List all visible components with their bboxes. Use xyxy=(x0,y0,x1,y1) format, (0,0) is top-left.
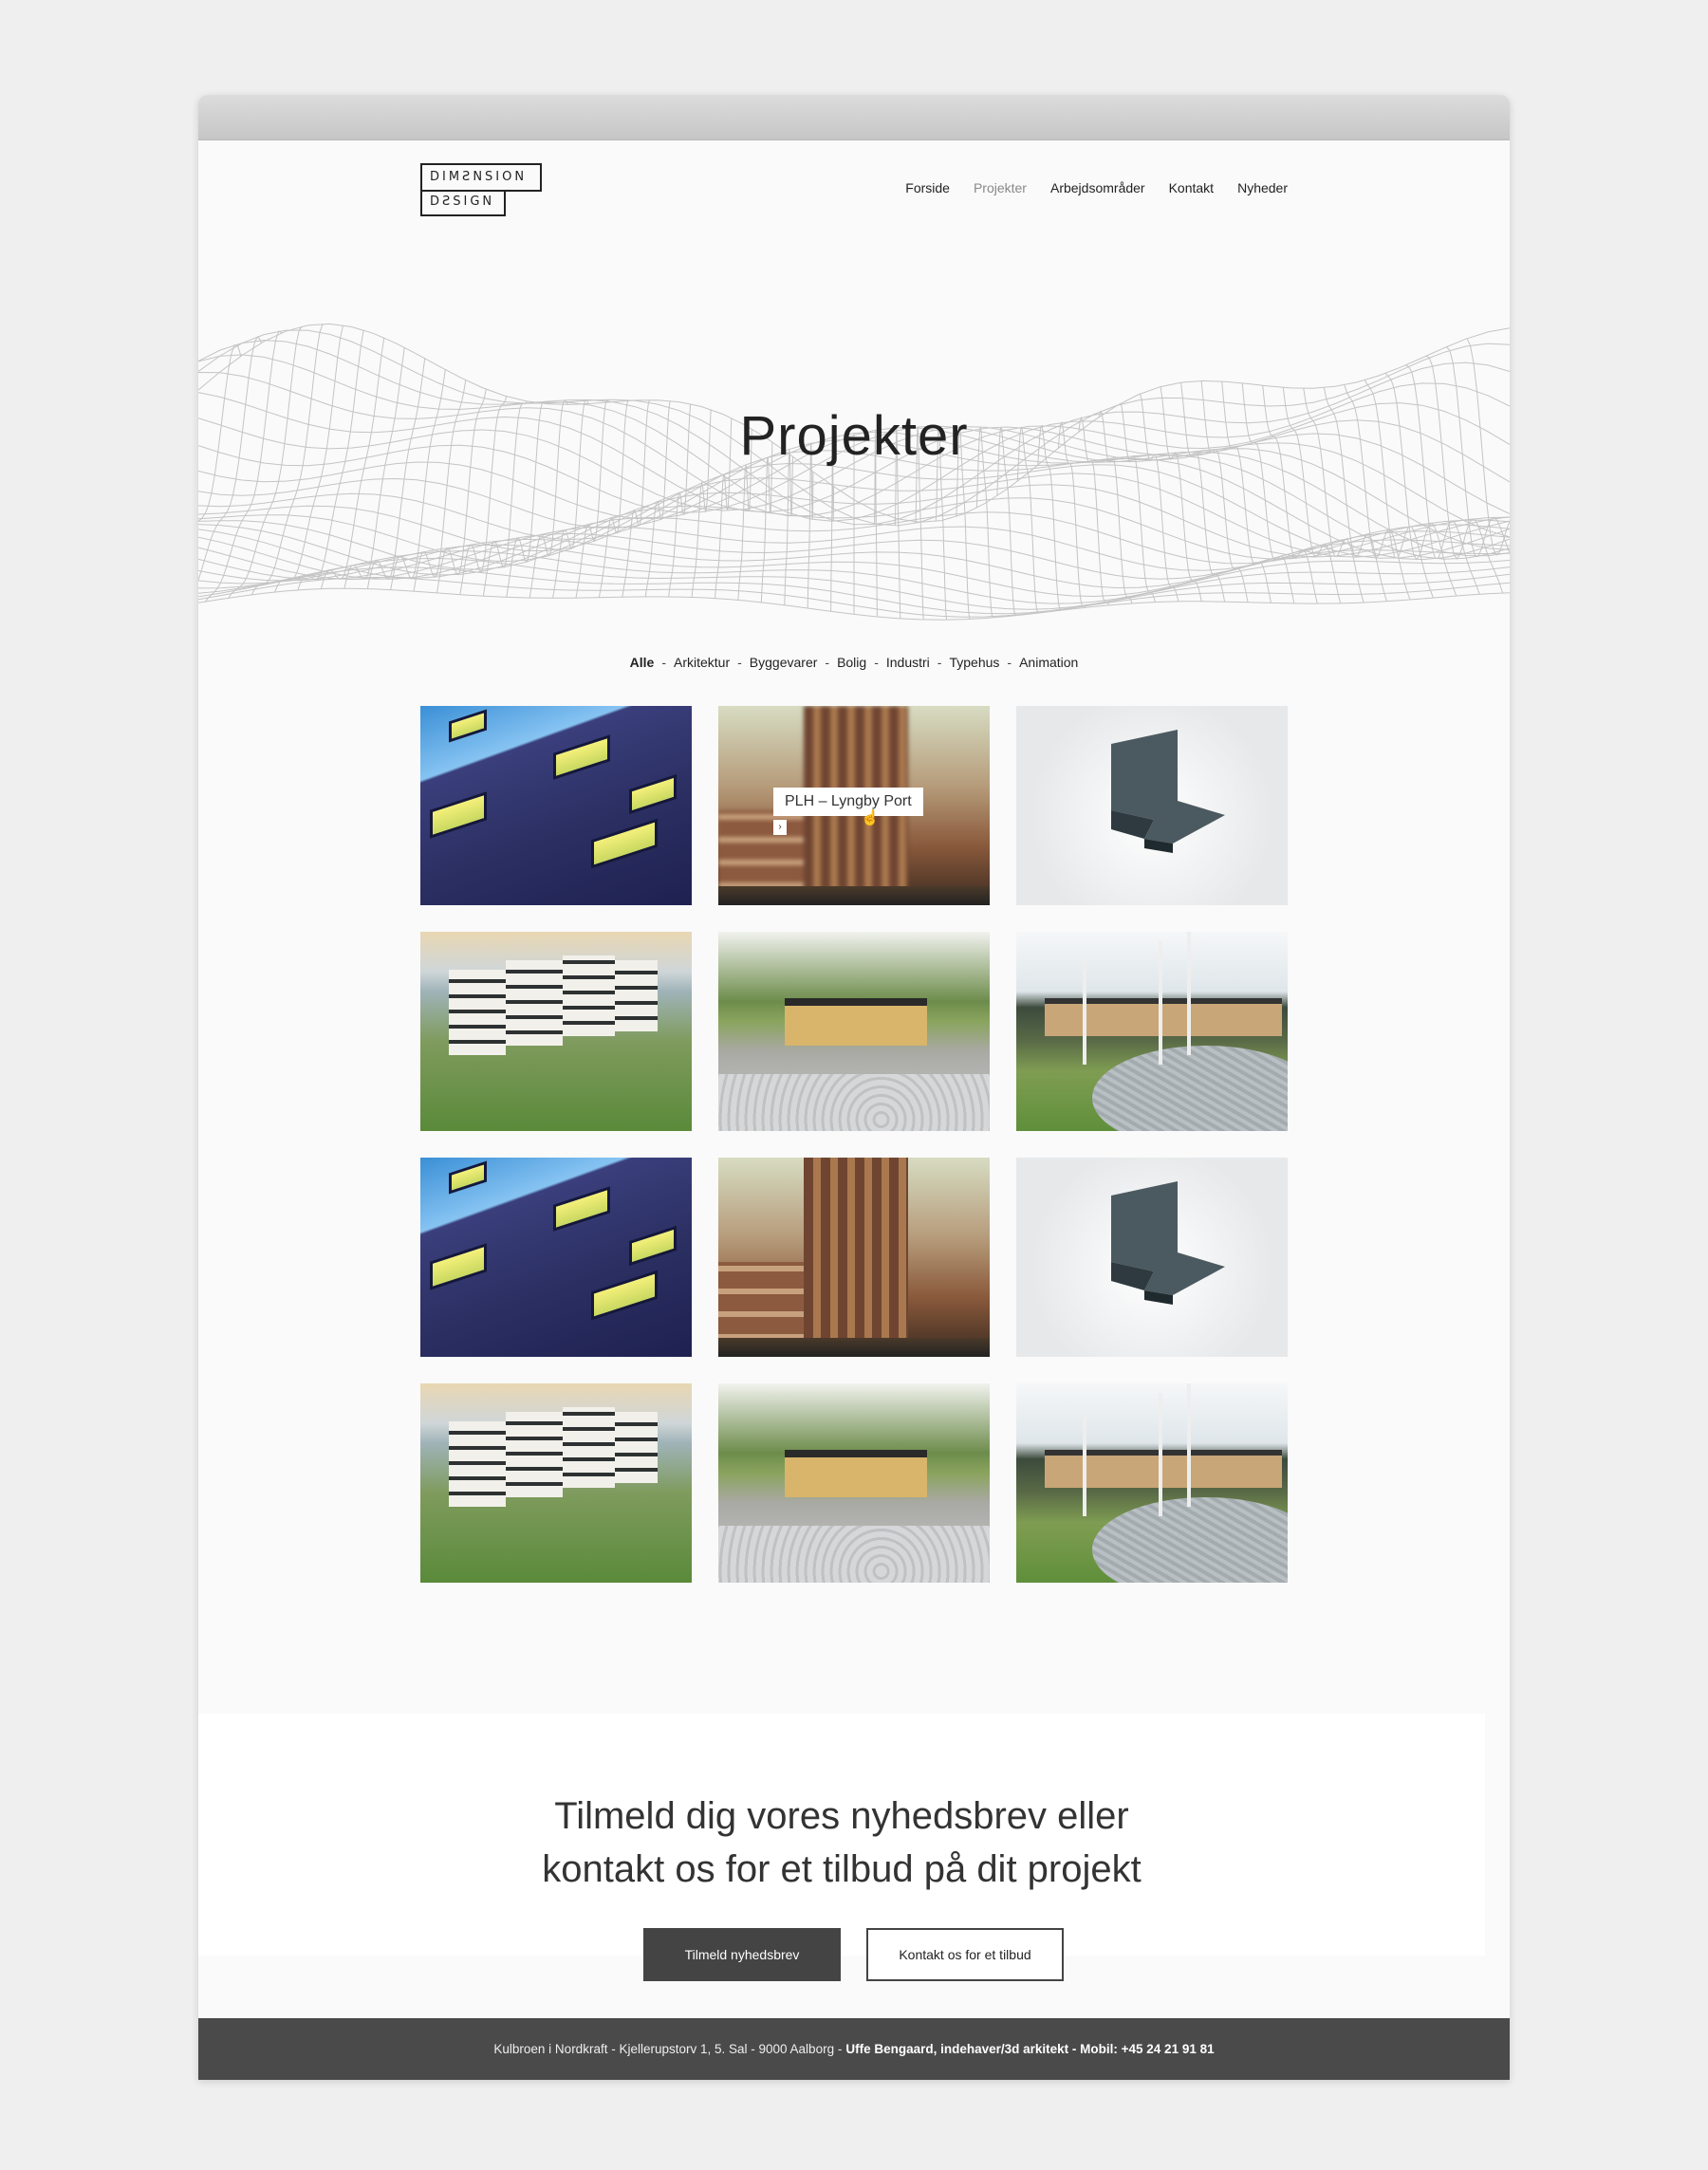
newsletter-heading-line2: kontakt os for et tilbud på dit projekt xyxy=(542,1848,1142,1890)
facade-window xyxy=(629,1225,677,1267)
apartment-block xyxy=(449,1421,506,1507)
filter-separator: - xyxy=(661,655,666,670)
filter-animation[interactable]: Animation xyxy=(1019,655,1078,670)
building-tower xyxy=(804,1158,908,1357)
nav-forside[interactable]: Forside xyxy=(905,180,950,195)
logo-line2: DƧSIGN xyxy=(430,195,495,209)
birch-tree xyxy=(1159,941,1162,1065)
project-tile[interactable] xyxy=(420,706,692,905)
footer-contact: Uffe Bengaard, indehaver/3d arkitekt - M… xyxy=(845,2042,1215,2056)
browser-chrome-bar xyxy=(198,95,1510,140)
hero: Projekter xyxy=(198,252,1510,632)
project-tile[interactable] xyxy=(1016,706,1288,905)
filter-typehus[interactable]: Typehus xyxy=(949,655,999,670)
facade-window xyxy=(449,709,487,743)
project-grid: PLH – Lyngby Port › ☝ xyxy=(420,706,1288,1583)
apartment-block xyxy=(506,960,563,1046)
logo-line1: DIMƧNSION xyxy=(430,170,528,184)
filter-byggevarer[interactable]: Byggevarer xyxy=(750,655,818,670)
project-tile[interactable] xyxy=(420,1383,692,1583)
project-tile[interactable] xyxy=(420,1158,692,1357)
footer: Kulbroen i Nordkraft - Kjellerupstorv 1,… xyxy=(198,2018,1510,2080)
footer-address: Kulbroen i Nordkraft - Kjellerupstorv 1,… xyxy=(493,2042,843,2056)
filter-separator: - xyxy=(1007,655,1012,670)
facade-window xyxy=(430,1243,487,1290)
apartment-block xyxy=(615,1412,658,1483)
newsletter-section: Tilmeld dig vores nyhedsbrev eller konta… xyxy=(198,1714,1485,1981)
birch-tree xyxy=(1187,1383,1191,1507)
newsletter-heading-line1: Tilmeld dig vores nyhedsbrev eller xyxy=(554,1795,1129,1837)
nav-arbejdsomrader[interactable]: Arbejdsområder xyxy=(1050,180,1145,195)
pavilion xyxy=(785,1450,927,1497)
paved-path xyxy=(1092,1046,1288,1131)
facade-window xyxy=(553,734,610,780)
nav-projekter[interactable]: Projekter xyxy=(974,180,1027,195)
facade-window xyxy=(629,773,677,815)
browser-window: DIMƧNSION DƧSIGN Forside Projekter Arbej… xyxy=(198,95,1510,2080)
filter-separator: - xyxy=(937,655,942,670)
apartment-block xyxy=(615,960,658,1031)
filter-industri[interactable]: Industri xyxy=(886,655,930,670)
house xyxy=(1045,1450,1282,1488)
facade-window xyxy=(449,1160,487,1195)
main-nav: Forside Projekter Arbejdsområder Kontakt… xyxy=(905,180,1288,195)
project-tile[interactable] xyxy=(1016,1158,1288,1357)
facade-window xyxy=(553,1186,610,1232)
filter-separator: - xyxy=(737,655,742,670)
birch-tree xyxy=(1159,1393,1162,1516)
facade-window xyxy=(591,1270,658,1321)
project-tile-hovered[interactable]: PLH – Lyngby Port › ☝ xyxy=(718,706,990,905)
page: DIMƧNSION DƧSIGN Forside Projekter Arbej… xyxy=(198,140,1510,2080)
project-tile[interactable] xyxy=(718,1158,990,1357)
street-level xyxy=(718,1338,990,1357)
street-level xyxy=(718,886,990,905)
project-tile[interactable] xyxy=(718,932,990,1131)
apartment-block xyxy=(563,1407,615,1488)
filter-separator: - xyxy=(825,655,830,670)
filter-alle[interactable]: Alle xyxy=(630,655,655,670)
plaza-ground xyxy=(718,1526,990,1583)
request-quote-button[interactable]: Kontakt os for et tilbud xyxy=(866,1928,1064,1981)
facade-window xyxy=(591,818,658,869)
pavilion xyxy=(785,998,927,1046)
project-tile[interactable] xyxy=(1016,1383,1288,1583)
house xyxy=(1045,998,1282,1036)
plaza-ground xyxy=(718,1074,990,1131)
filter-arkitektur[interactable]: Arkitektur xyxy=(674,655,730,670)
apartment-block xyxy=(449,970,506,1055)
subscribe-newsletter-button[interactable]: Tilmeld nyhedsbrev xyxy=(643,1928,841,1981)
steel-profile-icon xyxy=(1111,1181,1225,1305)
project-tile[interactable] xyxy=(420,932,692,1131)
project-tile[interactable] xyxy=(1016,932,1288,1131)
apartment-block xyxy=(506,1412,563,1497)
project-filters: Alle - Arkitektur - Byggevarer - Bolig -… xyxy=(198,655,1510,670)
steel-profile-icon xyxy=(1111,730,1225,853)
birch-tree xyxy=(1083,1412,1086,1516)
chevron-right-icon[interactable]: › xyxy=(773,820,787,835)
nav-nyheder[interactable]: Nyheder xyxy=(1237,180,1288,195)
birch-tree xyxy=(1187,932,1191,1055)
newsletter-heading: Tilmeld dig vores nyhedsbrev eller konta… xyxy=(198,1790,1485,1896)
filter-bolig[interactable]: Bolig xyxy=(837,655,866,670)
page-title: Projekter xyxy=(739,405,969,467)
paved-path xyxy=(1092,1497,1288,1583)
site-logo[interactable]: DIMƧNSION DƧSIGN xyxy=(420,163,544,218)
project-hover-label[interactable]: PLH – Lyngby Port xyxy=(773,788,923,816)
nav-kontakt[interactable]: Kontakt xyxy=(1169,180,1214,195)
filter-separator: - xyxy=(874,655,879,670)
project-tile[interactable] xyxy=(718,1383,990,1583)
birch-tree xyxy=(1083,960,1086,1065)
apartment-block xyxy=(563,955,615,1036)
hand-cursor-icon: ☝ xyxy=(861,810,880,826)
facade-window xyxy=(430,791,487,839)
